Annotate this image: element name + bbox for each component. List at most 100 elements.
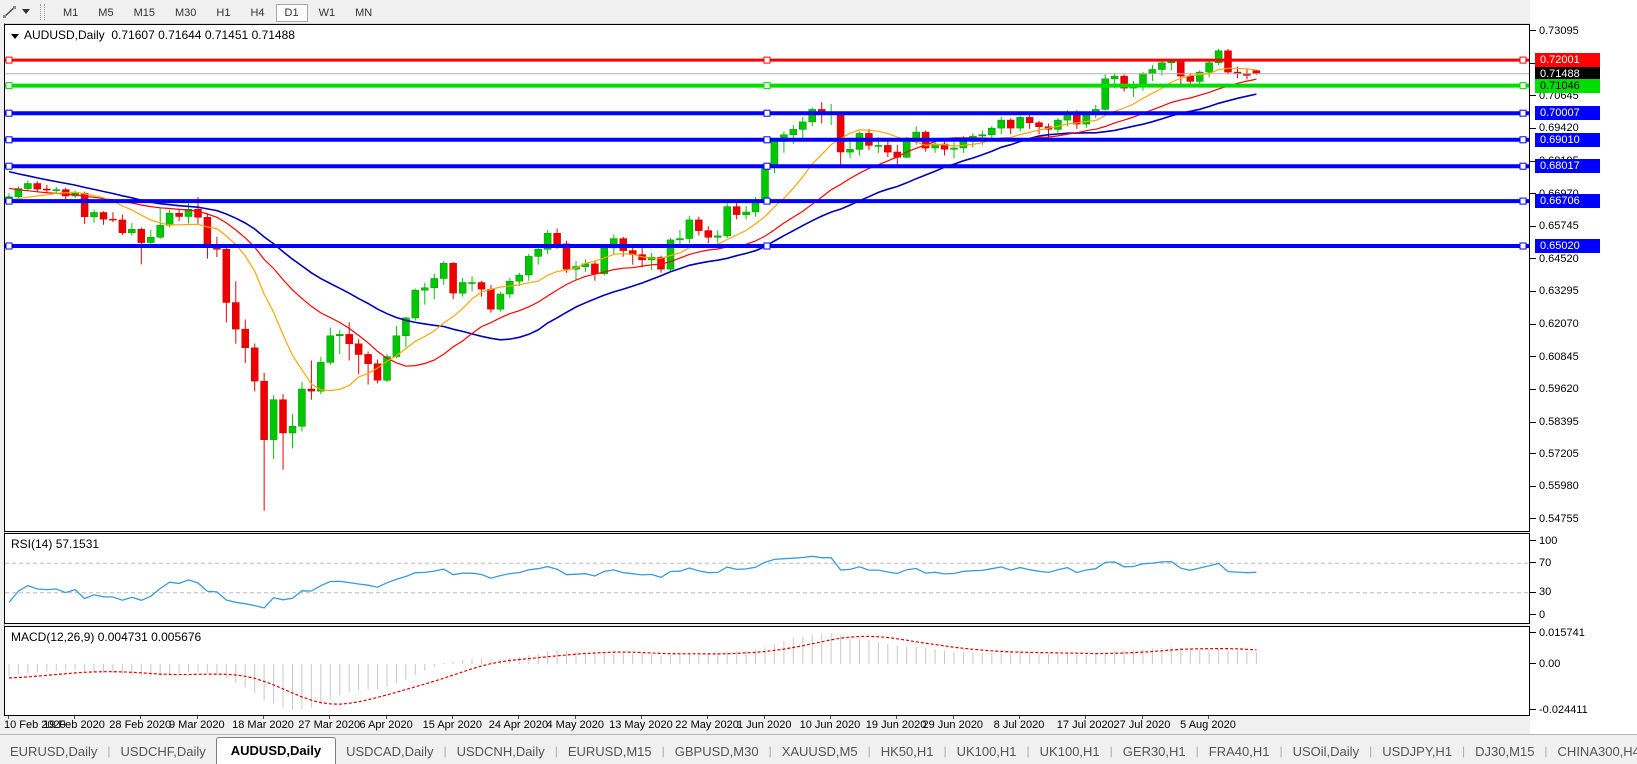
price-tick: 0.62070 — [1530, 318, 1579, 331]
chart-tab-hk50-h1[interactable]: HK50,H1 — [871, 739, 944, 764]
timeframe-button-m5[interactable]: M5 — [89, 4, 122, 22]
rsi-canvas[interactable] — [5, 534, 1529, 623]
date-label: 29 Jun 2020 — [923, 719, 984, 731]
chart-tab-usoil-daily[interactable]: USOil,Daily — [1283, 739, 1369, 764]
macd-canvas[interactable] — [5, 627, 1529, 715]
price-level-label: 0.65020 — [1535, 239, 1600, 253]
chart-tab-ger30-h1[interactable]: GER30,H1 — [1113, 739, 1196, 764]
date-label: 28 Feb 2020 — [109, 719, 171, 731]
chart-tab-eurusd-daily[interactable]: EURUSD,Daily — [0, 739, 107, 764]
tick-mark — [1530, 614, 1536, 615]
tick-mark — [1530, 291, 1536, 292]
main-chart-panel[interactable]: AUDUSD,Daily 0.71607 0.71644 0.71451 0.7… — [4, 24, 1530, 532]
tick-mark — [1530, 518, 1536, 519]
macd-indicator-panel[interactable]: MACD(12,26,9) 0.004731 0.005676 — [4, 626, 1530, 716]
chart-tab-usdcnh-daily[interactable]: USDCNH,Daily — [447, 739, 555, 764]
tick-mark — [1530, 663, 1536, 664]
price-scale[interactable]: 0.730950.718700.706450.694200.681950.669… — [1530, 0, 1637, 734]
date-axis[interactable]: 10 Feb 202019 Feb 202028 Feb 20209 Mar 2… — [4, 716, 1530, 734]
trendline-tool-icon — [2, 5, 18, 19]
chart-tab-uk100-h1[interactable]: UK100,H1 — [947, 739, 1027, 764]
chart-tab-fra40-h1[interactable]: FRA40,H1 — [1199, 739, 1280, 764]
price-level-label: 0.68017 — [1535, 159, 1600, 173]
chevron-down-icon[interactable] — [11, 34, 19, 39]
tick-mark — [1530, 422, 1536, 423]
price-tick: 0.58395 — [1530, 416, 1579, 429]
date-label: 24 Apr 2020 — [489, 719, 548, 731]
chart-symbol: AUDUSD,Daily — [24, 28, 105, 42]
date-label: 15 Apr 2020 — [423, 719, 482, 731]
chevron-down-icon[interactable] — [22, 9, 30, 14]
price-tick: 0.73095 — [1530, 25, 1579, 38]
date-label: 27 Mar 2020 — [298, 719, 360, 731]
tick-mark — [1530, 486, 1536, 487]
rsi-header: RSI(14) 57.1531 — [11, 537, 99, 551]
chart-tab-usdcad-daily[interactable]: USDCAD,Daily — [336, 739, 443, 764]
date-label: 22 May 2020 — [675, 719, 739, 731]
price-tick: 0.57205 — [1530, 448, 1579, 461]
timeframe-button-m30[interactable]: M30 — [166, 4, 205, 22]
rsi-tick: 30 — [1530, 586, 1551, 599]
chart-tool-button[interactable] — [0, 5, 34, 19]
date-label: 5 Aug 2020 — [1180, 719, 1236, 731]
price-tick: 0.55980 — [1530, 480, 1579, 493]
rsi-tick: 0 — [1530, 609, 1545, 622]
price-tick: 0.60845 — [1530, 351, 1579, 364]
tick-mark — [1530, 226, 1536, 227]
tick-mark — [1530, 258, 1536, 259]
macd-tick: 0.015741 — [1530, 627, 1585, 640]
chart-header: AUDUSD,Daily 0.71607 0.71644 0.71451 0.7… — [11, 28, 295, 42]
chart-tab-usdchf-daily[interactable]: USDCHF,Daily — [111, 739, 216, 764]
timeframe-button-h4[interactable]: H4 — [241, 4, 273, 22]
ohlc-high: 0.71644 — [158, 28, 201, 42]
price-tick: 0.59620 — [1530, 383, 1579, 396]
chart-tab-bar: EURUSD,Daily|USDCHF,DailyAUDUSD,DailyUSD… — [0, 734, 1637, 764]
rsi-tick: 70 — [1530, 557, 1551, 570]
date-label: 1 Jun 2020 — [737, 719, 791, 731]
ohlc-low: 0.71451 — [205, 28, 248, 42]
tick-mark — [1530, 128, 1536, 129]
timeframe-button-m15[interactable]: M15 — [125, 4, 164, 22]
toolbar-grip-handle[interactable] — [40, 4, 45, 20]
date-label: 17 Jul 2020 — [1057, 719, 1114, 731]
timeframe-button-mn[interactable]: MN — [346, 4, 381, 22]
timeframe-toolbar: M1M5M15M30H1H4D1W1MN — [0, 0, 1637, 24]
timeframe-button-h1[interactable]: H1 — [207, 4, 239, 22]
date-label: 6 Apr 2020 — [360, 719, 413, 731]
price-tick: 0.64520 — [1530, 253, 1579, 266]
ohlc-close: 0.71488 — [252, 28, 295, 42]
chart-tab-gbpusd-m30[interactable]: GBPUSD,M30 — [665, 739, 769, 764]
timeframe-button-w1[interactable]: W1 — [310, 4, 345, 22]
price-tick: 0.54755 — [1530, 513, 1579, 526]
price-level-label: 0.66706 — [1535, 194, 1600, 208]
chart-tab-uk100-h1[interactable]: UK100,H1 — [1030, 739, 1110, 764]
rsi-value: 57.1531 — [56, 537, 99, 551]
macd-value-main: 0.004731 — [98, 630, 148, 644]
macd-tick: -0.024411 — [1530, 704, 1588, 717]
chart-tab-audusd-daily[interactable]: AUDUSD,Daily — [216, 737, 336, 764]
timeframe-button-d1[interactable]: D1 — [276, 4, 308, 22]
main-chart-canvas[interactable] — [5, 25, 1529, 531]
chart-tab-china300-h4[interactable]: CHINA300,H4 — [1548, 739, 1637, 764]
chart-tab-xauusd-m5[interactable]: XAUUSD,M5 — [772, 739, 868, 764]
tick-mark — [1530, 632, 1536, 633]
rsi-indicator-panel[interactable]: RSI(14) 57.1531 — [4, 533, 1530, 624]
price-level-label: 0.69010 — [1535, 133, 1600, 147]
price-level-label: 0.70007 — [1535, 106, 1600, 120]
tick-mark — [1530, 95, 1536, 96]
date-label: 9 Mar 2020 — [169, 719, 225, 731]
date-label: 19 Feb 2020 — [43, 719, 105, 731]
tick-mark — [1530, 540, 1536, 541]
macd-header: MACD(12,26,9) 0.004731 0.005676 — [11, 630, 201, 644]
ohlc-open: 0.71607 — [111, 28, 154, 42]
chart-tab-dj30-m15[interactable]: DJ30,M15 — [1465, 739, 1544, 764]
chart-tab-usdjpy-h1[interactable]: USDJPY,H1 — [1372, 739, 1462, 764]
tick-mark — [1530, 324, 1536, 325]
chart-tab-eurusd-m15[interactable]: EURUSD,M15 — [558, 739, 662, 764]
timeframe-buttons: M1M5M15M30H1H4D1W1MN — [53, 3, 382, 21]
macd-tick: 0.00 — [1530, 658, 1560, 671]
tick-mark — [1530, 389, 1536, 390]
tick-mark — [1530, 356, 1536, 357]
timeframe-button-m1[interactable]: M1 — [54, 4, 87, 22]
price-tick: 0.63295 — [1530, 285, 1579, 298]
